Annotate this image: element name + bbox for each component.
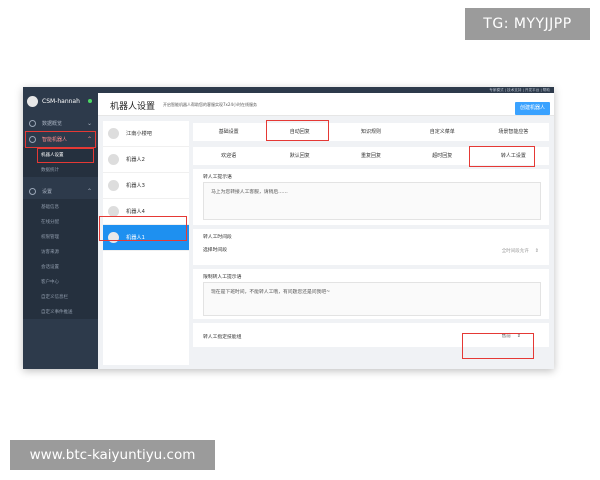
skill-group-select[interactable]: 售前 ⇕ bbox=[502, 333, 521, 339]
sidebar-item-label: 智能机器人 bbox=[42, 136, 68, 143]
online-status-icon bbox=[88, 99, 92, 103]
list-item[interactable]: 江南小楼吧 bbox=[103, 121, 189, 147]
sidebar-item-label: 会话设置 bbox=[41, 264, 59, 270]
sidebar-item-settings[interactable]: 设置 ⌃ bbox=[23, 183, 98, 199]
robot-name: 机器人4 bbox=[126, 209, 145, 215]
sidebar-item-custom-event-push[interactable]: 自定义事件推送 bbox=[23, 304, 98, 319]
create-robot-button[interactable]: 创建机器人 bbox=[515, 102, 550, 115]
avatar[interactable] bbox=[27, 95, 38, 107]
watermark-top-label: TG: MYYJJPP bbox=[465, 8, 590, 40]
designated-group-section: 转人工指定技能组 售前 ⇕ bbox=[193, 323, 549, 347]
sidebar-item-label: 在线分配 bbox=[41, 219, 59, 225]
settings-panel: 基础设置 自动回复 知识规则 自定义菜单 场景智能应答 欢迎语 默认回复 重复回… bbox=[193, 121, 549, 365]
tab-default-reply[interactable]: 默认回复 bbox=[264, 147, 335, 165]
robot-avatar-icon bbox=[108, 128, 119, 139]
robot-name: 江南小楼吧 bbox=[126, 131, 152, 137]
user-header[interactable]: CSM-hannah bbox=[23, 87, 98, 115]
sidebar-item-label: 数据概览 bbox=[42, 120, 63, 127]
sidebar-item-overview[interactable]: 数据概览 ⌄ bbox=[23, 115, 98, 131]
sidebar-item-robot-settings[interactable]: 机器人设置 bbox=[23, 147, 98, 162]
robot-avatar-icon bbox=[108, 154, 119, 165]
deny-prompt-section: 限制转人工提示语 现在是下班时间，不能转人工哦，有问题您还是问我吧~ bbox=[193, 269, 549, 319]
tab-timeout-reply[interactable]: 超时回复 bbox=[407, 147, 478, 165]
list-item-selected[interactable]: 机器人1 bbox=[103, 225, 189, 251]
user-name: CSM-hannah bbox=[42, 97, 80, 105]
sidebar-item-basic-info[interactable]: 基础信息 bbox=[23, 199, 98, 214]
sidebar-item-label: 客户中心 bbox=[41, 279, 59, 285]
sidebar-item-smart-robot[interactable]: 智能机器人 ⌃ bbox=[23, 131, 98, 147]
sidebar-item-label: 数据统计 bbox=[41, 167, 59, 173]
chevron-down-icon: ⌄ bbox=[86, 119, 92, 127]
secondary-tabs: 欢迎语 默认回复 重复回复 超时回复 转人工设置 bbox=[193, 147, 549, 165]
sidebar-item-label: 基础信息 bbox=[41, 204, 59, 210]
sidebar-item-permissions[interactable]: 权限管理 bbox=[23, 229, 98, 244]
tab-custom-menu[interactable]: 自定义菜单 bbox=[407, 123, 478, 141]
top-strip: 专家模式 | 技术支持 | 开发平台 | 帮助 bbox=[98, 87, 554, 93]
chevron-up-icon: ⌃ bbox=[86, 135, 92, 143]
sidebar-item-label: 设置 bbox=[42, 188, 53, 195]
sidebar-item-visitor-source[interactable]: 访客来源 bbox=[23, 244, 98, 259]
designated-group-label: 转人工指定技能组 bbox=[203, 335, 242, 340]
sidebar-item-custom-info-bar[interactable]: 自定义信息栏 bbox=[23, 289, 98, 304]
sidebar: CSM-hannah 数据概览 ⌄ 智能机器人 ⌃ 机器人设置 数据统计 设置 … bbox=[23, 87, 98, 369]
select-time-label: 选择时间段 bbox=[203, 248, 227, 253]
robot-avatar-icon bbox=[108, 232, 119, 243]
sidebar-item-label: 自定义事件推送 bbox=[41, 309, 73, 315]
chevron-up-icon: ⌃ bbox=[86, 187, 92, 195]
robot-list: 江南小楼吧 机器人2 机器人3 机器人4 机器人1 bbox=[103, 121, 189, 365]
transfer-prompt-label: 转人工提示语 bbox=[203, 175, 232, 180]
time-range-value: 全时间段允许 bbox=[501, 249, 529, 254]
list-item[interactable]: 机器人2 bbox=[103, 147, 189, 173]
time-range-select[interactable]: 全时间段允许 ⇕ bbox=[502, 248, 539, 254]
sidebar-item-customer-center[interactable]: 客户中心 bbox=[23, 274, 98, 289]
sidebar-item-label: 访客来源 bbox=[41, 249, 59, 255]
robot-avatar-icon bbox=[108, 206, 119, 217]
tab-welcome[interactable]: 欢迎语 bbox=[193, 147, 264, 165]
robot-name: 机器人3 bbox=[126, 183, 145, 189]
gear-icon bbox=[29, 187, 36, 195]
sidebar-item-label: 权限管理 bbox=[41, 234, 59, 240]
tab-transfer-human[interactable]: 转人工设置 bbox=[478, 147, 549, 165]
sidebar-item-data-stats[interactable]: 数据统计 bbox=[23, 162, 98, 177]
transfer-prompt-section: 转人工提示语 马上为您转接人工客服，请稍后…… bbox=[193, 169, 549, 225]
page-subtitle: 开启智能机器人帮助您的客服实现7x24小时在线服务 bbox=[163, 101, 258, 107]
app-screenshot: CSM-hannah 数据概览 ⌄ 智能机器人 ⌃ 机器人设置 数据统计 设置 … bbox=[23, 87, 554, 369]
tab-knowledge-rules[interactable]: 知识规则 bbox=[335, 123, 406, 141]
top-links[interactable]: 专家模式 | 技术支持 | 开发平台 | 帮助 bbox=[489, 87, 550, 93]
robot-name: 机器人2 bbox=[126, 157, 145, 163]
transfer-time-section: 转人工时间段 选择时间段 全时间段允许 ⇕ bbox=[193, 229, 549, 265]
skill-group-value: 售前 bbox=[501, 334, 511, 339]
page-title: 机器人设置 bbox=[110, 102, 156, 112]
sidebar-item-label: 自定义信息栏 bbox=[41, 294, 68, 300]
chevron-updown-icon: ⇕ bbox=[534, 248, 539, 254]
tab-scene-smart-answer[interactable]: 场景智能应答 bbox=[478, 123, 549, 141]
deny-prompt-textarea[interactable]: 现在是下班时间，不能转人工哦，有问题您还是问我吧~ bbox=[203, 282, 541, 316]
primary-tabs: 基础设置 自动回复 知识规则 自定义菜单 场景智能应答 bbox=[193, 123, 549, 141]
sidebar-item-online-assign[interactable]: 在线分配 bbox=[23, 214, 98, 229]
tab-repeat-reply[interactable]: 重复回复 bbox=[335, 147, 406, 165]
sidebar-item-label: 机器人设置 bbox=[41, 152, 64, 158]
transfer-time-label: 转人工时间段 bbox=[203, 235, 232, 240]
tab-basic-settings[interactable]: 基础设置 bbox=[193, 123, 264, 141]
robot-avatar-icon bbox=[108, 180, 119, 191]
dashboard-icon bbox=[29, 119, 36, 127]
transfer-prompt-textarea[interactable]: 马上为您转接人工客服，请稍后…… bbox=[203, 182, 541, 220]
robot-name: 机器人1 bbox=[126, 235, 145, 241]
list-item[interactable]: 机器人4 bbox=[103, 199, 189, 225]
tab-auto-reply[interactable]: 自动回复 bbox=[264, 123, 335, 141]
deny-prompt-label: 限制转人工提示语 bbox=[203, 275, 242, 280]
chevron-updown-icon: ⇕ bbox=[516, 333, 521, 339]
list-item[interactable]: 机器人3 bbox=[103, 173, 189, 199]
sidebar-item-session-settings[interactable]: 会话设置 bbox=[23, 259, 98, 274]
watermark-bottom-label: www.btc-kaiyuntiyu.com bbox=[10, 440, 215, 470]
robot-icon bbox=[29, 135, 36, 143]
